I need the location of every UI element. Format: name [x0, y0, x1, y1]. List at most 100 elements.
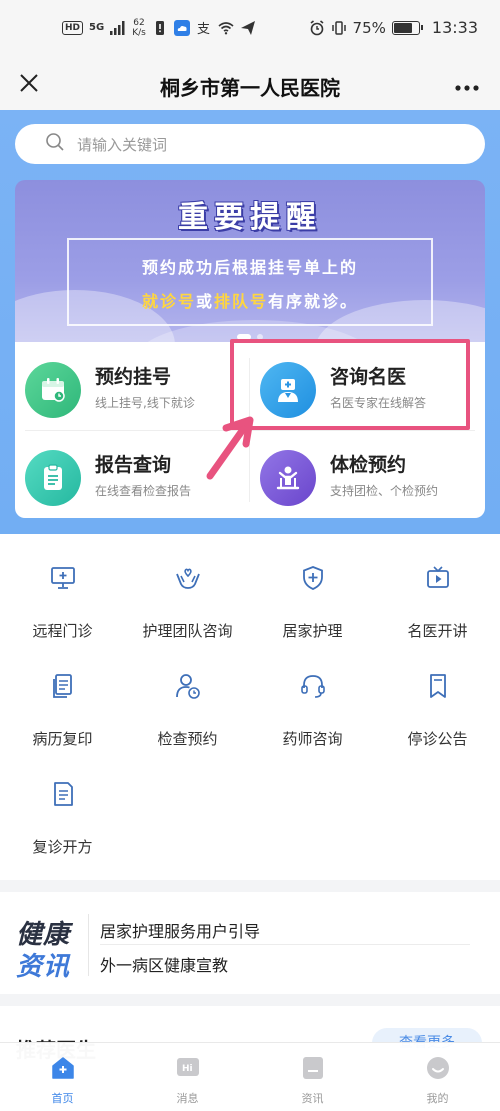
- status-left: HD 5G 62 K/s 支: [62, 18, 256, 38]
- grid-item-doctor-talks[interactable]: 名医开讲: [375, 534, 500, 642]
- bookmark-icon: [424, 672, 452, 700]
- network-type: 5G: [89, 22, 105, 33]
- divider: [88, 914, 89, 976]
- alipay-icon: 支: [196, 20, 212, 36]
- nav-messages[interactable]: Hi 消息: [125, 1043, 250, 1111]
- grid-label: 居家护理: [282, 622, 343, 640]
- service-subtitle: 名医专家在线解答: [330, 396, 427, 410]
- doctor-icon: [260, 362, 316, 418]
- prescription-icon: [49, 780, 77, 808]
- banner-line-2: 就诊号或排队号有序就诊。: [69, 288, 431, 312]
- search-bar[interactable]: 请输入关键词: [15, 124, 485, 164]
- reminder-banner[interactable]: 重要提醒 预约成功后根据挂号单上的 就诊号或排队号有序就诊。: [15, 180, 485, 348]
- alert-icon: [152, 20, 168, 36]
- search-placeholder: 请输入关键词: [77, 135, 168, 154]
- message-icon: Hi: [175, 1055, 201, 1081]
- health-news: 健康 资讯 居家护理服务用户引导 外一病区健康宣教: [0, 892, 500, 994]
- nav-profile[interactable]: 我的: [375, 1043, 500, 1111]
- divider: [100, 944, 470, 945]
- nav-label: 我的: [426, 1092, 449, 1105]
- calendar-icon: [25, 362, 81, 418]
- news-item[interactable]: 外一病区健康宣教: [100, 952, 228, 976]
- banner-line-1: 预约成功后根据挂号单上的: [141, 258, 358, 277]
- service-title: 咨询名医: [330, 366, 407, 388]
- grid-label: 病历复印: [32, 730, 93, 748]
- health-news-logo: 健康 资讯: [16, 914, 80, 982]
- net-speed-value: 62: [133, 18, 145, 28]
- cloud-icon: [173, 20, 190, 36]
- video-play-icon: [424, 564, 452, 592]
- service-appointment[interactable]: 预约挂号 线上挂号,线下就诊: [15, 342, 250, 430]
- page-title: 桐乡市第一人民医院: [160, 76, 340, 100]
- service-checkup[interactable]: 体检预约 支持团检、个检预约: [250, 430, 485, 518]
- grid-item-follow-up-prescription[interactable]: 复诊开方: [0, 750, 125, 858]
- news-item[interactable]: 居家护理服务用户引导: [100, 918, 260, 942]
- nav-label: 消息: [176, 1092, 199, 1105]
- more-icon: [455, 76, 479, 95]
- vibrate-icon: [331, 20, 347, 36]
- feature-grid: 远程门诊 护理团队咨询 居家护理 名医开讲 病历复印 检查预约 药师咨询 停诊公…: [0, 534, 500, 880]
- net-speed: 62 K/s: [132, 18, 146, 38]
- grid-item-record-copy[interactable]: 病历复印: [0, 642, 125, 750]
- svg-text:支: 支: [197, 22, 210, 36]
- grid-item-nursing-consult[interactable]: 护理团队咨询: [125, 534, 250, 642]
- grid-label: 护理团队咨询: [142, 622, 233, 640]
- service-title: 预约挂号: [95, 366, 172, 388]
- service-title: 体检预约: [330, 454, 407, 476]
- grid-item-suspension-notice[interactable]: 停诊公告: [375, 642, 500, 750]
- wifi-icon: [218, 20, 234, 36]
- monitor-icon: [49, 564, 77, 592]
- report-icon: [25, 450, 81, 506]
- care-hands-icon: [174, 564, 202, 592]
- banner-line2-end: 有序就诊。: [268, 292, 359, 311]
- grid-label: 复诊开方: [32, 838, 93, 856]
- more-button[interactable]: [448, 68, 486, 102]
- nav-label: 首页: [51, 1092, 74, 1105]
- signal-icon: [110, 20, 126, 36]
- person-clock-icon: [174, 672, 202, 700]
- battery-percent: 75%: [352, 18, 386, 37]
- hd-badge: HD: [62, 21, 84, 35]
- search-icon: [45, 132, 65, 156]
- profile-icon: [425, 1055, 451, 1081]
- grid-label: 远程门诊: [32, 622, 93, 640]
- banner-highlight-2: 排队号: [214, 292, 269, 311]
- svg-text:Hi: Hi: [182, 1064, 193, 1074]
- grid-item-remote-clinic[interactable]: 远程门诊: [0, 534, 125, 642]
- home-icon: [50, 1055, 76, 1081]
- grid-label: 名医开讲: [407, 622, 468, 640]
- grid-label: 药师咨询: [282, 730, 343, 748]
- status-bar: HD 5G 62 K/s 支 75% 13:33: [0, 0, 500, 60]
- battery-level: [393, 22, 412, 33]
- banner-line2-mid: 或: [195, 292, 214, 311]
- hero-section: 请输入关键词 重要提醒 预约成功后根据挂号单上的 就诊号或排队号有序就诊。 预约…: [0, 110, 500, 534]
- grid-item-pharmacist-consult[interactable]: 药师咨询: [250, 642, 375, 750]
- headset-icon: [299, 672, 327, 700]
- pager-dot: [257, 334, 263, 340]
- bottom-nav: 首页 Hi 消息 资讯 我的: [0, 1042, 500, 1111]
- status-right: 75% 13:33: [309, 18, 478, 37]
- service-card: 预约挂号 线上挂号,线下就诊 咨询名医 名医专家在线解答 报告查询 在线查看检查…: [15, 342, 485, 518]
- nav-home[interactable]: 首页: [0, 1043, 125, 1111]
- service-title: 报告查询: [95, 454, 172, 476]
- send-icon: [240, 20, 256, 36]
- grid-item-exam-booking[interactable]: 检查预约: [125, 642, 250, 750]
- clock: 13:33: [431, 18, 478, 37]
- banner-highlight-1: 就诊号: [141, 292, 196, 311]
- shield-plus-icon: [299, 564, 327, 592]
- grid-item-home-care[interactable]: 居家护理: [250, 534, 375, 642]
- grid-label: 停诊公告: [407, 730, 468, 748]
- battery-icon: [391, 20, 423, 35]
- news-icon: [300, 1055, 326, 1081]
- banner-frame: 预约成功后根据挂号单上的 就诊号或排队号有序就诊。: [67, 238, 433, 326]
- title-bar: 桐乡市第一人民医院: [0, 60, 500, 110]
- banner-title: 重要提醒: [178, 200, 322, 235]
- service-subtitle: 在线查看检查报告: [95, 484, 192, 498]
- service-consult-doctor[interactable]: 咨询名医 名医专家在线解答: [250, 342, 485, 430]
- checkup-icon: [260, 450, 316, 506]
- nav-news[interactable]: 资讯: [250, 1043, 375, 1111]
- grid-label: 检查预约: [157, 730, 218, 748]
- service-subtitle: 线上挂号,线下就诊: [95, 396, 195, 410]
- service-report[interactable]: 报告查询 在线查看检查报告: [15, 430, 250, 518]
- net-speed-unit: K/s: [132, 28, 146, 38]
